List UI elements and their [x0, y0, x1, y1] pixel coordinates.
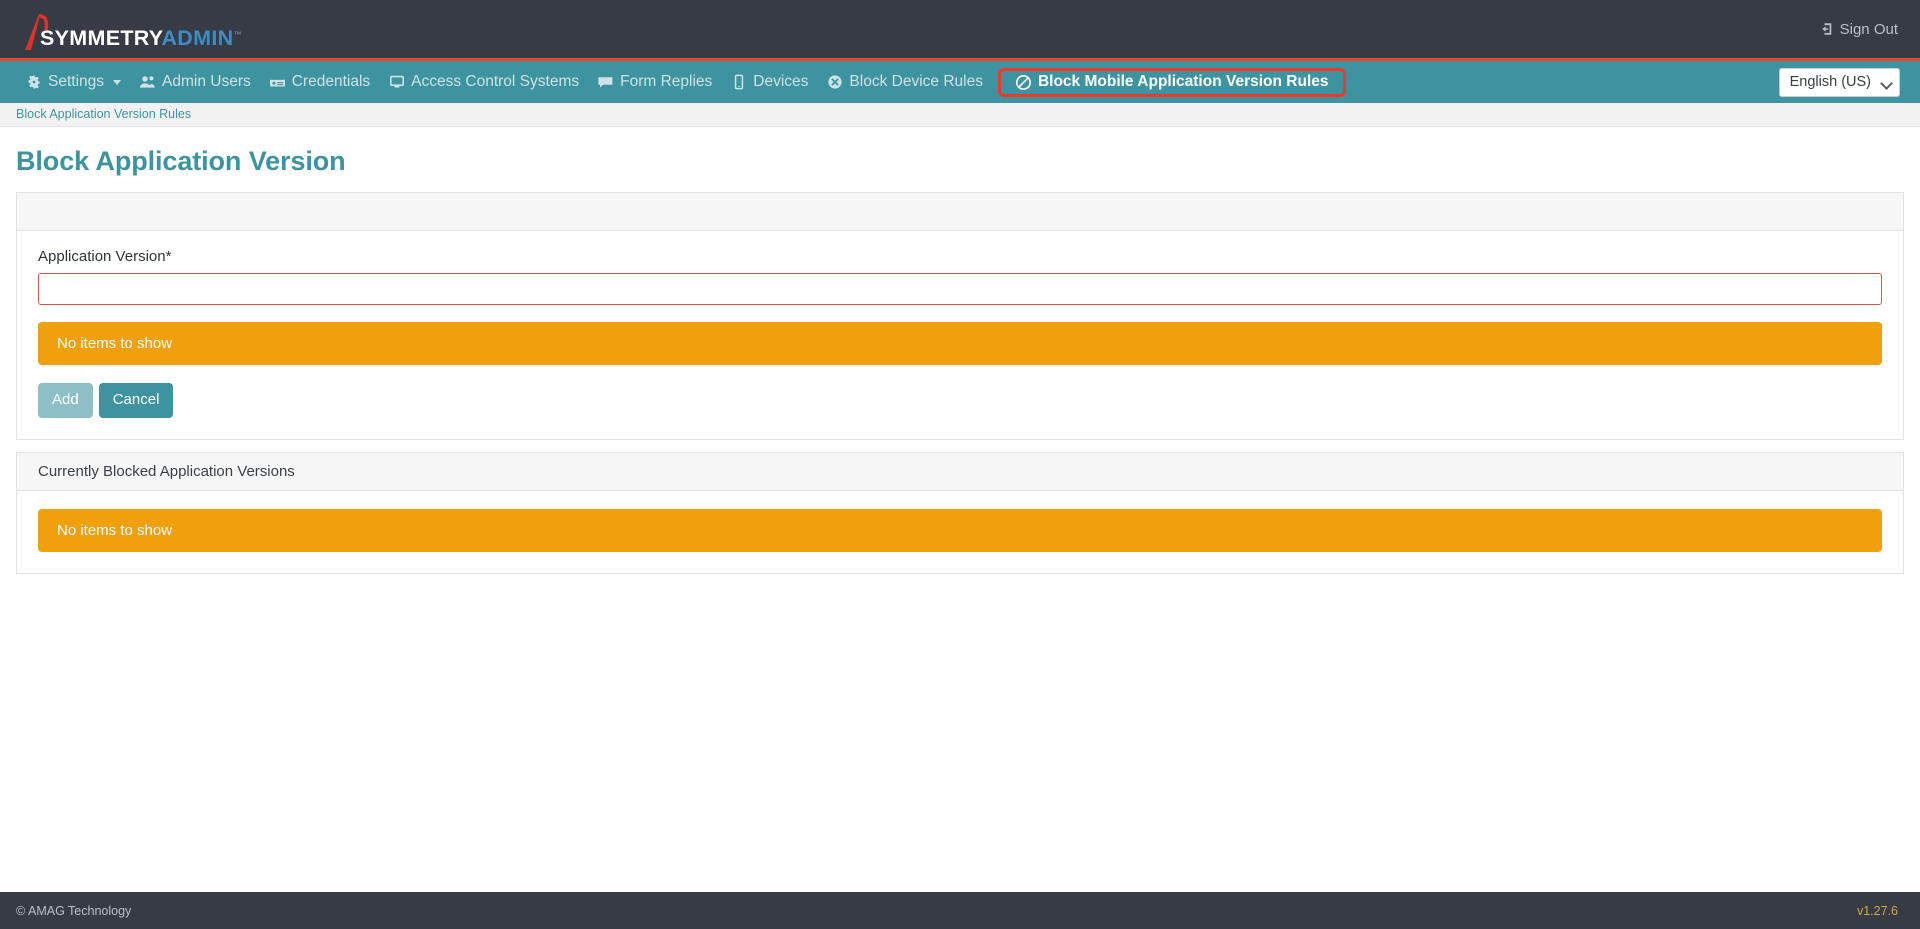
add-panel-header — [17, 193, 1903, 231]
blocked-panel-body: No items to show — [17, 491, 1903, 573]
nav-item-block-device-rules[interactable]: Block Device Rules — [817, 70, 992, 95]
add-panel-actions: Add Cancel — [38, 383, 1882, 418]
nav-item-form-replies[interactable]: Form Replies — [588, 70, 721, 95]
language-select[interactable]: English (US) — [1778, 67, 1900, 97]
currently-blocked-versions-panel: Currently Blocked Application Versions N… — [16, 451, 1904, 574]
blocked-panel-header: Currently Blocked Application Versions — [17, 452, 1903, 491]
add-application-version-panel: Application Version* No items to show Ad… — [16, 192, 1904, 440]
top-bar: SYMMETRYADMIN™ Sign Out — [0, 0, 1920, 61]
nav-item-block-mobile-application-version-rules[interactable]: Block Mobile Application Version Rules — [997, 67, 1346, 97]
ban-icon — [1015, 74, 1032, 91]
brand-secondary: ADMIN — [161, 25, 234, 50]
brand-text: SYMMETRYADMIN™ — [40, 25, 242, 50]
mobile-icon — [730, 74, 747, 91]
chevron-down-icon — [113, 79, 122, 85]
footer-version: v1.27.6 — [1857, 904, 1898, 918]
add-button[interactable]: Add — [38, 383, 93, 418]
nav-item-access-control-systems[interactable]: Access Control Systems — [379, 70, 588, 95]
nav-item-label: Access Control Systems — [411, 73, 580, 91]
nav-item-label: Settings — [48, 73, 105, 91]
users-icon — [139, 74, 156, 91]
chevron-down-icon — [1882, 79, 1890, 87]
breadcrumb: Block Application Version Rules — [0, 103, 1920, 127]
nav-item-list: Settings Admin Users Credentials Access … — [16, 67, 1779, 97]
id-card-icon — [269, 74, 286, 91]
app-root: SYMMETRYADMIN™ Sign Out Settings Admin U… — [0, 0, 1920, 929]
brand-logo[interactable]: SYMMETRYADMIN™ — [18, 7, 242, 51]
blocked-panel-empty-message: No items to show — [38, 508, 1882, 552]
sign-out-label: Sign Out — [1839, 20, 1898, 38]
brand-primary: SYMMETRY — [40, 25, 162, 50]
nav-item-settings[interactable]: Settings — [16, 70, 130, 95]
main-content: Block Application Version Application Ve… — [0, 127, 1920, 929]
footer-copyright: © AMAG Technology — [16, 903, 132, 918]
comment-icon — [597, 74, 614, 91]
sign-out-button[interactable]: Sign Out — [1818, 21, 1898, 38]
nav-item-label: Credentials — [291, 73, 371, 91]
breadcrumb-item[interactable]: Block Application Version Rules — [16, 108, 191, 121]
gear-icon — [25, 74, 42, 91]
nav-item-label: Form Replies — [620, 73, 713, 91]
page-title: Block Application Version — [16, 146, 346, 176]
main-navigation: Settings Admin Users Credentials Access … — [0, 61, 1920, 103]
add-panel-body: Application Version* No items to show Ad… — [17, 231, 1903, 439]
footer: © AMAG Technology v1.27.6 — [0, 892, 1920, 929]
cancel-button[interactable]: Cancel — [98, 383, 174, 418]
nav-item-label: Block Device Rules — [849, 73, 983, 91]
nav-item-credentials[interactable]: Credentials — [260, 70, 379, 95]
application-version-input[interactable] — [38, 273, 1882, 305]
nav-item-devices[interactable]: Devices — [721, 70, 817, 95]
application-version-label: Application Version* — [38, 248, 172, 265]
sign-out-icon — [1818, 21, 1834, 37]
nav-item-label: Devices — [753, 73, 809, 91]
language-select-value: English (US) — [1789, 74, 1871, 90]
times-circle-icon — [826, 74, 843, 91]
add-panel-empty-message: No items to show — [38, 322, 1882, 365]
desktop-icon — [388, 74, 405, 91]
nav-item-admin-users[interactable]: Admin Users — [130, 70, 260, 95]
footer-version-value: v1.27.6 — [1856, 903, 1898, 918]
brand-trademark: ™ — [233, 29, 242, 39]
nav-item-label: Block Mobile Application Version Rules — [1037, 73, 1329, 91]
nav-item-label: Admin Users — [162, 73, 251, 91]
